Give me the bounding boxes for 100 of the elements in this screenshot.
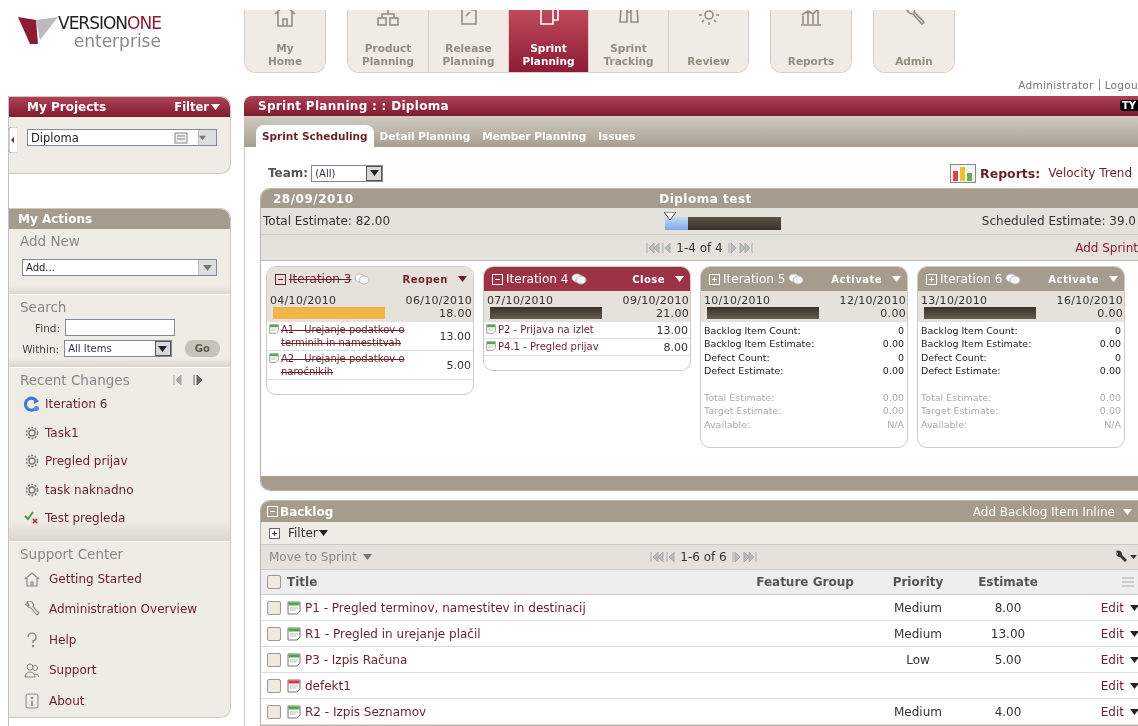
row-checkbox[interactable]: [267, 652, 281, 667]
caret-icon: [1123, 508, 1132, 515]
caret-icon: [158, 345, 168, 352]
backlog-item-link[interactable]: P3 - Izpis Računa: [305, 652, 408, 667]
caret-icon: [1130, 604, 1138, 611]
field-label: Find:: [33, 321, 60, 334]
iteration-action-button[interactable]: Close: [632, 273, 684, 285]
comments-icon[interactable]: [571, 272, 588, 286]
stat-value: 0.00: [882, 391, 904, 405]
edit-button[interactable]: Edit: [1100, 678, 1138, 693]
column-header[interactable]: Title: [287, 575, 735, 589]
within-dropdown[interactable]: All Items: [64, 340, 172, 357]
stat-label: Target Estimate:: [704, 404, 782, 418]
row-checkbox[interactable]: [267, 678, 281, 693]
column-header[interactable]: Estimate: [961, 575, 1055, 589]
priority-cell: Low: [906, 652, 930, 667]
iteration-title[interactable]: Iteration 4: [506, 272, 569, 286]
edit-button[interactable]: Edit: [1100, 626, 1138, 641]
stat-value: 0.00: [1099, 363, 1121, 378]
stat-value: 0: [1114, 350, 1121, 364]
house-icon: [24, 570, 40, 587]
section-title: Recent Changes: [20, 372, 130, 388]
stat-label: Backlog Item Count:: [921, 324, 1018, 338]
iteration-total: 0.00: [880, 307, 906, 320]
story-link[interactable]: A2 - Urejanje podatkov o naročnikih: [281, 352, 443, 378]
team-dropdown[interactable]: (All): [311, 164, 384, 182]
stat-value: 0: [1114, 324, 1121, 338]
end-date: 09/10/2010: [622, 294, 689, 307]
add-new-dropdown[interactable]: Add...: [22, 259, 217, 276]
logout-link[interactable]: Logou: [1098, 79, 1138, 91]
edit-button[interactable]: Edit: [1100, 600, 1138, 615]
check-cross-icon: [24, 510, 40, 527]
start-date: 07/10/2010: [487, 294, 554, 307]
wrench-menu-icon[interactable]: [1114, 550, 1138, 564]
estimate-cell: 5.00: [994, 652, 1022, 667]
row-checkbox[interactable]: [267, 704, 281, 719]
picker-icon[interactable]: [174, 131, 188, 144]
collapse-icon[interactable]: [275, 273, 286, 285]
recent-item-link[interactable]: Iteration 6: [45, 397, 108, 412]
first-prev-page-icon[interactable]: [650, 551, 677, 563]
stat-value: 0.00: [882, 404, 904, 418]
velocity-trend-link[interactable]: Velocity Trend: [1048, 166, 1132, 180]
column-header[interactable]: Feature Group: [735, 575, 875, 589]
row-checkbox[interactable]: [267, 600, 281, 615]
panel-title: My Projects: [27, 100, 107, 114]
tab[interactable]: Sprint Scheduling: [256, 125, 374, 147]
backlog-item-link[interactable]: R1 - Pregled in urejanje plačil: [305, 626, 481, 641]
stat-value: 0.00: [1099, 337, 1121, 351]
story-icon: [269, 324, 279, 334]
story-link[interactable]: P2 - Prijava na izlet: [498, 323, 594, 336]
backlog-item-link[interactable]: P1 - Pregled terminov, namestitev in destinacij: [305, 600, 586, 615]
support-link[interactable]: Support: [49, 663, 97, 678]
edit-button[interactable]: Edit: [1100, 652, 1138, 667]
section-title: Support Center: [20, 545, 125, 562]
recent-item-link[interactable]: task naknadno: [45, 482, 134, 497]
stat-label: Defect Count:: [921, 350, 987, 364]
story-link[interactable]: P4.1 - Pregled prijav: [498, 340, 599, 353]
backlog-item-link[interactable]: R2 - Izpis Seznamov: [305, 704, 427, 719]
support-link[interactable]: Administration Overview: [49, 602, 198, 617]
iteration-total: 21.00: [656, 307, 689, 320]
logo-mark-icon: [18, 14, 58, 44]
stat-label: Backlog Item Count:: [704, 324, 801, 338]
bar-chart-icon: [950, 163, 977, 183]
filter-button[interactable]: Filter: [288, 526, 328, 540]
collapse-handle-icon[interactable]: [9, 127, 17, 153]
next-last-page-icon[interactable]: [726, 241, 753, 254]
estimate-cell: 13.00: [990, 626, 1026, 641]
page-range: 1-6 of 6: [680, 550, 727, 564]
user-name-link[interactable]: Administrator: [1013, 79, 1099, 91]
end-date: 12/10/2010: [839, 294, 906, 307]
project-dropdown[interactable]: Diploma: [27, 129, 217, 146]
support-link[interactable]: Getting Started: [49, 571, 142, 586]
support-link[interactable]: Help: [49, 632, 77, 647]
recent-item-link[interactable]: Test pregleda: [45, 511, 126, 526]
help-icon: [24, 631, 40, 648]
backlog-item-link[interactable]: defekt1: [305, 678, 351, 693]
edit-button[interactable]: Edit: [1100, 704, 1138, 719]
caret-icon: [211, 104, 220, 110]
add-sprint-link[interactable]: Add Sprint: [752, 240, 1138, 255]
expand-icon[interactable]: [269, 527, 280, 539]
recent-item-link[interactable]: Task1: [45, 425, 79, 440]
support-link[interactable]: About: [49, 693, 85, 708]
backlog-title: Backlog: [280, 504, 334, 519]
row-checkbox[interactable]: [267, 626, 281, 641]
caret-icon: [369, 170, 379, 176]
select-all-checkbox[interactable]: [267, 575, 281, 589]
story-link[interactable]: A1 - Urejanje podatkov o terminih in namestitvah: [281, 323, 436, 349]
iteration-action-button[interactable]: Reopen: [402, 273, 467, 285]
nav-tab[interactable]: Sprint Planning: [508, 10, 588, 72]
end-date: 16/10/2010: [1056, 294, 1123, 307]
recent-item-link[interactable]: Pregled prijav: [45, 454, 128, 469]
find-field[interactable]: [65, 319, 175, 336]
priority-cell: Medium: [894, 704, 942, 719]
caret-icon: [675, 276, 684, 282]
filter-button[interactable]: Filter: [174, 100, 220, 114]
iteration-total: 18.00: [439, 307, 472, 320]
first-prev-page-icon[interactable]: [646, 241, 673, 254]
iteration-title[interactable]: Iteration 3: [289, 272, 352, 286]
column-header[interactable]: Priority: [875, 575, 961, 589]
next-last-page-icon[interactable]: [730, 551, 757, 563]
